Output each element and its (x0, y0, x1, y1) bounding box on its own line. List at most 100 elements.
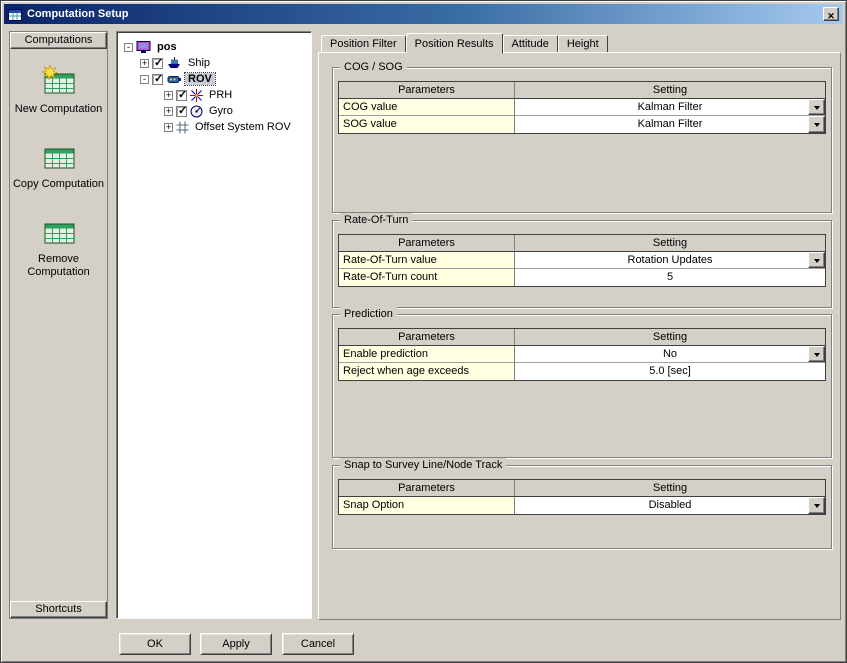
gyro-checkbox[interactable] (176, 106, 187, 117)
tree-item-rov[interactable]: - ROV (120, 71, 311, 87)
chevron-down-icon (814, 123, 820, 130)
new-computation-icon (41, 65, 77, 100)
column-header-setting: Setting (515, 235, 825, 252)
copy-computation-icon (41, 146, 77, 175)
tree-label-rov[interactable]: ROV (185, 73, 215, 85)
cancel-button[interactable]: Cancel (282, 633, 354, 655)
ship-icon (166, 57, 182, 69)
dropdown-arrow-button[interactable] (808, 116, 825, 133)
column-header-parameters: Parameters (339, 329, 515, 346)
cog-value-dropdown[interactable]: Kalman Filter (515, 99, 825, 116)
param-label: Snap Option (339, 497, 515, 514)
expand-icon[interactable]: + (140, 59, 149, 68)
ok-button[interactable]: OK (119, 633, 191, 655)
column-header-setting: Setting (515, 329, 825, 346)
rate-of-turn-value-dropdown[interactable]: Rotation Updates (515, 252, 825, 269)
tab-attitude[interactable]: Attitude (503, 35, 558, 53)
cog-value-text: Kalman Filter (638, 101, 703, 113)
offset-system-icon (176, 121, 189, 134)
sog-value-dropdown[interactable]: Kalman Filter (515, 116, 825, 133)
param-label: Enable prediction (339, 346, 515, 363)
copy-computation-button[interactable]: Copy Computation (12, 146, 106, 191)
new-computation-label: New Computation (15, 103, 102, 116)
pos-icon (136, 41, 151, 54)
prh-icon (190, 89, 203, 102)
close-button[interactable] (823, 7, 839, 21)
dropdown-arrow-button[interactable] (808, 99, 825, 115)
param-label: Reject when age exceeds (339, 363, 515, 380)
tree-label-offset-system-rov[interactable]: Offset System ROV (192, 121, 294, 133)
collapse-icon[interactable]: - (140, 75, 149, 84)
enable-prediction-text: No (663, 348, 677, 360)
collapse-icon[interactable]: - (124, 43, 133, 52)
rate-of-turn-table: Parameters Setting Rate-Of-Turn value Ro… (338, 234, 826, 287)
app-icon (8, 8, 22, 21)
ship-checkbox[interactable] (152, 58, 163, 69)
tree-item-pos[interactable]: - pos (120, 39, 311, 55)
computation-setup-window: Computation Setup Computations New Compu… (0, 0, 847, 663)
chevron-down-icon (814, 259, 820, 266)
tab-strip: Position Filter Position Results Attitud… (318, 32, 841, 53)
group-snap: Snap to Survey Line/Node Track Parameter… (332, 465, 832, 549)
tree-label-prh[interactable]: PRH (206, 89, 235, 101)
group-rate-of-turn: Rate-Of-Turn Parameters Setting Rate-Of-… (332, 220, 832, 308)
copy-computation-label: Copy Computation (13, 178, 104, 191)
computations-sidebar: Computations New Computation (9, 31, 108, 619)
reject-age-text: 5.0 [sec] (649, 365, 691, 377)
dropdown-arrow-button[interactable] (808, 346, 825, 362)
rate-of-turn-count-text: 5 (667, 271, 673, 283)
group-cog-sog: COG / SOG Parameters Setting COG value K… (332, 67, 832, 213)
param-label: COG value (339, 99, 515, 116)
snap-option-dropdown[interactable]: Disabled (515, 497, 825, 514)
gyro-icon (190, 105, 203, 118)
expand-icon[interactable]: + (164, 123, 173, 132)
chevron-down-icon (814, 106, 820, 113)
param-label: SOG value (339, 116, 515, 133)
remove-computation-label: Remove Computation (12, 253, 106, 279)
prh-checkbox[interactable] (176, 90, 187, 101)
tree-item-ship[interactable]: + Ship (120, 55, 311, 71)
group-title: Snap to Survey Line/Node Track (340, 458, 506, 472)
param-label: Rate-Of-Turn value (339, 252, 515, 269)
tab-position-filter[interactable]: Position Filter (321, 35, 406, 53)
tree-item-offset-system-rov[interactable]: + Offset System ROV (120, 119, 311, 135)
column-header-setting: Setting (515, 82, 825, 99)
remove-computation-button[interactable]: Remove Computation (12, 221, 106, 279)
rov-checkbox[interactable] (152, 74, 163, 85)
param-label: Rate-Of-Turn count (339, 269, 515, 286)
column-header-parameters: Parameters (339, 82, 515, 99)
enable-prediction-dropdown[interactable]: No (515, 346, 825, 363)
new-computation-button[interactable]: New Computation (12, 65, 106, 116)
apply-button[interactable]: Apply (200, 633, 272, 655)
tab-position-results[interactable]: Position Results (406, 33, 503, 54)
settings-panel: Position Filter Position Results Attitud… (318, 32, 841, 620)
expand-icon[interactable]: + (164, 107, 173, 116)
snap-option-text: Disabled (649, 499, 692, 511)
tab-height[interactable]: Height (558, 35, 608, 53)
group-title: COG / SOG (340, 60, 407, 74)
cog-sog-table: Parameters Setting COG value Kalman Filt… (338, 81, 826, 134)
tree-label-ship[interactable]: Ship (185, 57, 213, 69)
chevron-down-icon (814, 353, 820, 360)
rov-icon (166, 73, 182, 85)
position-results-page: COG / SOG Parameters Setting COG value K… (318, 52, 841, 620)
computation-tree: - pos + Ship - (116, 31, 312, 619)
dropdown-arrow-button[interactable] (808, 252, 825, 268)
rate-of-turn-value-text: Rotation Updates (628, 254, 713, 266)
dropdown-arrow-button[interactable] (808, 497, 825, 514)
expand-icon[interactable]: + (164, 91, 173, 100)
prediction-table: Parameters Setting Enable prediction No … (338, 328, 826, 381)
sidebar-body: New Computation Copy Computation (10, 49, 107, 601)
computations-bar-button[interactable]: Computations (10, 32, 107, 49)
tree-label-gyro[interactable]: Gyro (206, 105, 236, 117)
reject-age-field[interactable]: 5.0 [sec] (515, 363, 825, 380)
title-bar: Computation Setup (4, 4, 843, 24)
chevron-down-icon (814, 504, 820, 511)
tree-item-gyro[interactable]: + Gyro (120, 103, 311, 119)
column-header-setting: Setting (515, 480, 825, 497)
tree-label-pos[interactable]: pos (154, 41, 180, 53)
shortcuts-bar-button[interactable]: Shortcuts (10, 601, 107, 618)
tree-item-prh[interactable]: + PRH (120, 87, 311, 103)
rate-of-turn-count-field[interactable]: 5 (515, 269, 825, 286)
window-title: Computation Setup (27, 8, 818, 20)
